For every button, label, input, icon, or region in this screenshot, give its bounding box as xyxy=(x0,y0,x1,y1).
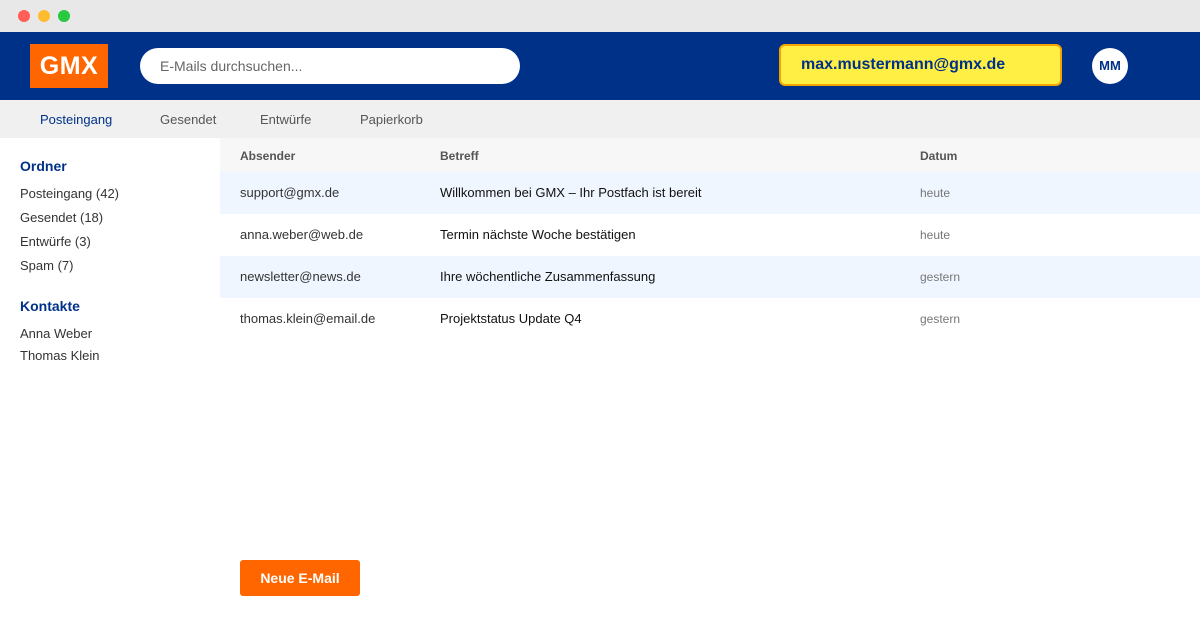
mail-subject: Projektstatus Update Q4 xyxy=(440,311,582,326)
tab-posteingang[interactable]: Posteingang xyxy=(40,100,112,138)
tab-gesendet[interactable]: Gesendet xyxy=(160,100,216,138)
tab-papierkorb[interactable]: Papierkorb xyxy=(360,100,423,138)
maximize-window-button[interactable] xyxy=(58,10,70,22)
compose-email-button[interactable]: Neue E-Mail xyxy=(240,560,360,596)
window-titlebar xyxy=(0,0,1200,32)
contacts-heading: Kontakte xyxy=(20,298,80,314)
sidebar: Ordner Posteingang (42) Gesendet (18) En… xyxy=(0,138,220,630)
sidebar-item-entwuerfe[interactable]: Entwürfe (3) xyxy=(20,234,91,249)
sidebar-item-gesendet[interactable]: Gesendet (18) xyxy=(20,210,103,225)
mail-row[interactable]: thomas.klein@email.de Projektstatus Upda… xyxy=(220,298,1200,340)
tab-entwuerfe[interactable]: Entwürfe xyxy=(260,100,311,138)
folders-heading: Ordner xyxy=(20,158,67,174)
contact-item-anna-weber[interactable]: Anna Weber xyxy=(20,326,92,341)
close-window-button[interactable] xyxy=(18,10,30,22)
folder-tabs: Posteingang Gesendet Entwürfe Papierkorb xyxy=(0,100,1200,138)
mail-sender: newsletter@news.de xyxy=(240,269,361,284)
mail-sender: support@gmx.de xyxy=(240,185,340,200)
mail-date: gestern xyxy=(920,312,961,326)
sidebar-item-spam[interactable]: Spam (7) xyxy=(20,258,73,273)
mail-row[interactable]: support@gmx.de Willkommen bei GMX – Ihr … xyxy=(220,172,1200,214)
mail-sender: anna.weber@web.de xyxy=(240,227,364,242)
account-email-button[interactable]: max.mustermann@gmx.de xyxy=(779,44,1062,86)
mail-list-header: Absender Betreff Datum xyxy=(220,138,1200,172)
app-header: GMX max.mustermann@gmx.de MM xyxy=(0,32,1200,100)
contact-item-thomas-klein[interactable]: Thomas Klein xyxy=(20,348,99,363)
sidebar-item-posteingang[interactable]: Posteingang (42) xyxy=(20,186,119,201)
column-header-subject[interactable]: Betreff xyxy=(440,138,479,174)
search-input[interactable] xyxy=(140,48,520,84)
minimize-window-button[interactable] xyxy=(38,10,50,22)
mail-row[interactable]: anna.weber@web.de Termin nächste Woche b… xyxy=(220,214,1200,256)
mail-subject: Ihre wöchentliche Zusammenfassung xyxy=(440,269,656,284)
mail-date: heute xyxy=(920,186,951,200)
column-header-sender[interactable]: Absender xyxy=(240,138,295,174)
mail-subject: Termin nächste Woche bestätigen xyxy=(440,227,636,242)
column-header-date[interactable]: Datum xyxy=(920,138,957,174)
mail-date: heute xyxy=(920,228,951,242)
avatar[interactable]: MM xyxy=(1092,48,1128,84)
mail-subject: Willkommen bei GMX – Ihr Postfach ist be… xyxy=(440,185,702,200)
mail-row[interactable]: newsletter@news.de Ihre wöchentliche Zus… xyxy=(220,256,1200,298)
gmx-logo[interactable]: GMX xyxy=(30,44,108,88)
mail-date: gestern xyxy=(920,270,961,284)
mail-sender: thomas.klein@email.de xyxy=(240,311,376,326)
